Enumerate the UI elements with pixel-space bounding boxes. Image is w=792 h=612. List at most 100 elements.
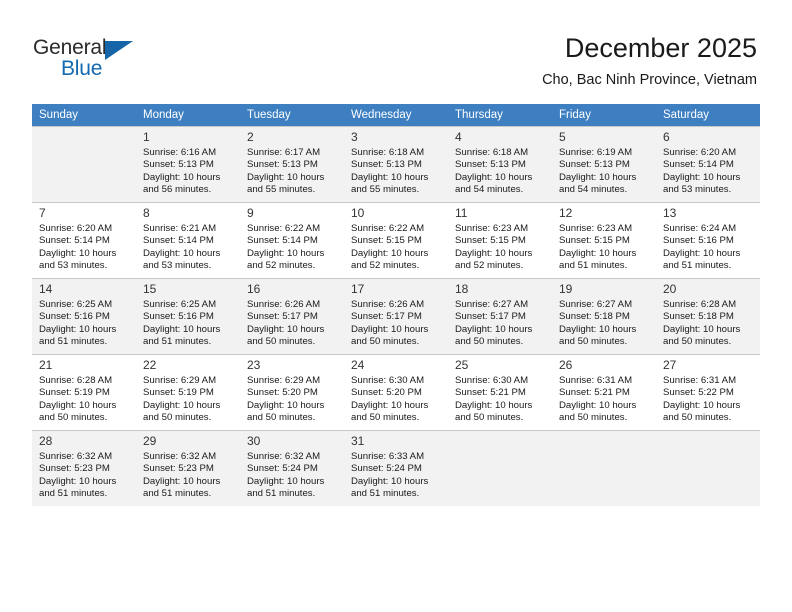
day-cell[interactable]: 10 Sunrise: 6:22 AM Sunset: 5:15 PM Dayli… bbox=[344, 202, 448, 278]
day-detail: Sunrise: 6:23 AM Sunset: 5:15 PM Dayligh… bbox=[455, 223, 533, 272]
day-detail: Sunrise: 6:26 AM Sunset: 5:17 PM Dayligh… bbox=[351, 299, 429, 348]
day-detail: Sunrise: 6:25 AM Sunset: 5:16 PM Dayligh… bbox=[143, 299, 221, 348]
weekday-sunday: Sunday bbox=[32, 104, 136, 126]
week-row: 1 Sunrise: 6:16 AM Sunset: 5:13 PM Daylig… bbox=[32, 126, 760, 202]
day-cell bbox=[656, 430, 760, 506]
day-cell[interactable]: 28 Sunrise: 6:32 AM Sunset: 5:23 PM Dayli… bbox=[32, 430, 136, 506]
day-cell[interactable]: 31 Sunrise: 6:33 AM Sunset: 5:24 PM Dayli… bbox=[344, 430, 448, 506]
day-detail: Sunrise: 6:32 AM Sunset: 5:23 PM Dayligh… bbox=[39, 451, 117, 500]
day-cell[interactable]: 26 Sunrise: 6:31 AM Sunset: 5:21 PM Dayli… bbox=[552, 354, 656, 430]
day-detail: Sunrise: 6:17 AM Sunset: 5:13 PM Dayligh… bbox=[247, 147, 325, 196]
day-number: 16 bbox=[247, 282, 261, 296]
weekday-monday: Monday bbox=[136, 104, 240, 126]
day-detail: Sunrise: 6:28 AM Sunset: 5:18 PM Dayligh… bbox=[663, 299, 741, 348]
day-number: 1 bbox=[143, 130, 150, 144]
day-cell[interactable]: 21 Sunrise: 6:28 AM Sunset: 5:19 PM Dayli… bbox=[32, 354, 136, 430]
day-number: 22 bbox=[143, 358, 157, 372]
day-number: 20 bbox=[663, 282, 677, 296]
day-number: 27 bbox=[663, 358, 677, 372]
day-detail: Sunrise: 6:27 AM Sunset: 5:17 PM Dayligh… bbox=[455, 299, 533, 348]
day-cell[interactable]: 15 Sunrise: 6:25 AM Sunset: 5:16 PM Dayli… bbox=[136, 278, 240, 354]
day-number: 2 bbox=[247, 130, 254, 144]
day-number: 11 bbox=[455, 206, 468, 220]
day-number: 9 bbox=[247, 206, 254, 220]
day-detail: Sunrise: 6:23 AM Sunset: 5:15 PM Dayligh… bbox=[559, 223, 637, 272]
day-cell[interactable]: 3 Sunrise: 6:18 AM Sunset: 5:13 PM Daylig… bbox=[344, 126, 448, 202]
day-number: 10 bbox=[351, 206, 365, 220]
weekday-wednesday: Wednesday bbox=[344, 104, 448, 126]
calendar-body: 1 Sunrise: 6:16 AM Sunset: 5:13 PM Daylig… bbox=[32, 126, 760, 506]
week-row: 14 Sunrise: 6:25 AM Sunset: 5:16 PM Dayli… bbox=[32, 278, 760, 354]
day-cell[interactable]: 13 Sunrise: 6:24 AM Sunset: 5:16 PM Dayli… bbox=[656, 202, 760, 278]
day-number: 6 bbox=[663, 130, 670, 144]
calendar-header-row: Sunday Monday Tuesday Wednesday Thursday… bbox=[32, 104, 760, 126]
day-detail: Sunrise: 6:32 AM Sunset: 5:24 PM Dayligh… bbox=[247, 451, 325, 500]
day-cell[interactable]: 7 Sunrise: 6:20 AM Sunset: 5:14 PM Daylig… bbox=[32, 202, 136, 278]
day-number: 28 bbox=[39, 434, 53, 448]
day-cell[interactable]: 4 Sunrise: 6:18 AM Sunset: 5:13 PM Daylig… bbox=[448, 126, 552, 202]
day-detail: Sunrise: 6:26 AM Sunset: 5:17 PM Dayligh… bbox=[247, 299, 325, 348]
day-cell[interactable]: 12 Sunrise: 6:23 AM Sunset: 5:15 PM Dayli… bbox=[552, 202, 656, 278]
day-cell[interactable]: 25 Sunrise: 6:30 AM Sunset: 5:21 PM Dayli… bbox=[448, 354, 552, 430]
day-cell[interactable]: 17 Sunrise: 6:26 AM Sunset: 5:17 PM Dayli… bbox=[344, 278, 448, 354]
weekday-thursday: Thursday bbox=[448, 104, 552, 126]
day-number: 8 bbox=[143, 206, 150, 220]
day-detail: Sunrise: 6:29 AM Sunset: 5:19 PM Dayligh… bbox=[143, 375, 221, 424]
day-cell[interactable]: 24 Sunrise: 6:30 AM Sunset: 5:20 PM Dayli… bbox=[344, 354, 448, 430]
day-cell[interactable]: 29 Sunrise: 6:32 AM Sunset: 5:23 PM Dayli… bbox=[136, 430, 240, 506]
day-cell[interactable]: 11 Sunrise: 6:23 AM Sunset: 5:15 PM Dayli… bbox=[448, 202, 552, 278]
day-number: 15 bbox=[143, 282, 157, 296]
day-cell bbox=[448, 430, 552, 506]
day-cell[interactable]: 8 Sunrise: 6:21 AM Sunset: 5:14 PM Daylig… bbox=[136, 202, 240, 278]
day-number: 4 bbox=[455, 130, 462, 144]
day-number: 17 bbox=[351, 282, 365, 296]
day-detail: Sunrise: 6:29 AM Sunset: 5:20 PM Dayligh… bbox=[247, 375, 325, 424]
day-number: 19 bbox=[559, 282, 573, 296]
day-cell[interactable]: 22 Sunrise: 6:29 AM Sunset: 5:19 PM Dayli… bbox=[136, 354, 240, 430]
day-cell[interactable]: 18 Sunrise: 6:27 AM Sunset: 5:17 PM Dayli… bbox=[448, 278, 552, 354]
day-cell[interactable]: 14 Sunrise: 6:25 AM Sunset: 5:16 PM Dayli… bbox=[32, 278, 136, 354]
day-number: 12 bbox=[559, 206, 573, 220]
day-cell[interactable]: 9 Sunrise: 6:22 AM Sunset: 5:14 PM Daylig… bbox=[240, 202, 344, 278]
week-row: 7 Sunrise: 6:20 AM Sunset: 5:14 PM Daylig… bbox=[32, 202, 760, 278]
day-number: 31 bbox=[351, 434, 365, 448]
day-number: 29 bbox=[143, 434, 157, 448]
day-number: 21 bbox=[39, 358, 53, 372]
day-detail: Sunrise: 6:16 AM Sunset: 5:13 PM Dayligh… bbox=[143, 147, 221, 196]
day-detail: Sunrise: 6:18 AM Sunset: 5:13 PM Dayligh… bbox=[351, 147, 429, 196]
day-detail: Sunrise: 6:30 AM Sunset: 5:20 PM Dayligh… bbox=[351, 375, 429, 424]
logo-text-blue: Blue bbox=[61, 57, 103, 80]
day-cell[interactable]: 2 Sunrise: 6:17 AM Sunset: 5:13 PM Daylig… bbox=[240, 126, 344, 202]
day-cell[interactable]: 30 Sunrise: 6:32 AM Sunset: 5:24 PM Dayli… bbox=[240, 430, 344, 506]
calendar-grid: Sunday Monday Tuesday Wednesday Thursday… bbox=[32, 104, 760, 506]
calendar-page: General Blue December 2025 Cho, Bac Ninh… bbox=[0, 0, 792, 612]
day-cell[interactable]: 1 Sunrise: 6:16 AM Sunset: 5:13 PM Daylig… bbox=[136, 126, 240, 202]
day-cell[interactable]: 16 Sunrise: 6:26 AM Sunset: 5:17 PM Dayli… bbox=[240, 278, 344, 354]
general-blue-logo[interactable]: General Blue bbox=[33, 36, 153, 82]
day-cell[interactable]: 5 Sunrise: 6:19 AM Sunset: 5:13 PM Daylig… bbox=[552, 126, 656, 202]
day-number: 23 bbox=[247, 358, 261, 372]
day-number: 5 bbox=[559, 130, 566, 144]
day-detail: Sunrise: 6:25 AM Sunset: 5:16 PM Dayligh… bbox=[39, 299, 117, 348]
page-subtitle: Cho, Bac Ninh Province, Vietnam bbox=[542, 72, 757, 88]
triangle-icon bbox=[105, 41, 133, 60]
day-number: 30 bbox=[247, 434, 261, 448]
day-number: 18 bbox=[455, 282, 469, 296]
day-cell[interactable]: 19 Sunrise: 6:27 AM Sunset: 5:18 PM Dayli… bbox=[552, 278, 656, 354]
day-number: 24 bbox=[351, 358, 365, 372]
day-cell[interactable]: 23 Sunrise: 6:29 AM Sunset: 5:20 PM Dayli… bbox=[240, 354, 344, 430]
day-detail: Sunrise: 6:24 AM Sunset: 5:16 PM Dayligh… bbox=[663, 223, 741, 272]
day-number: 26 bbox=[559, 358, 573, 372]
day-cell[interactable]: 27 Sunrise: 6:31 AM Sunset: 5:22 PM Dayli… bbox=[656, 354, 760, 430]
day-detail: Sunrise: 6:20 AM Sunset: 5:14 PM Dayligh… bbox=[663, 147, 741, 196]
day-detail: Sunrise: 6:27 AM Sunset: 5:18 PM Dayligh… bbox=[559, 299, 637, 348]
week-row: 21 Sunrise: 6:28 AM Sunset: 5:19 PM Dayli… bbox=[32, 354, 760, 430]
day-detail: Sunrise: 6:33 AM Sunset: 5:24 PM Dayligh… bbox=[351, 451, 429, 500]
day-detail: Sunrise: 6:32 AM Sunset: 5:23 PM Dayligh… bbox=[143, 451, 221, 500]
day-cell[interactable]: 6 Sunrise: 6:20 AM Sunset: 5:14 PM Daylig… bbox=[656, 126, 760, 202]
day-detail: Sunrise: 6:21 AM Sunset: 5:14 PM Dayligh… bbox=[143, 223, 221, 272]
day-detail: Sunrise: 6:22 AM Sunset: 5:15 PM Dayligh… bbox=[351, 223, 429, 272]
weekday-friday: Friday bbox=[552, 104, 656, 126]
day-cell[interactable]: 20 Sunrise: 6:28 AM Sunset: 5:18 PM Dayli… bbox=[656, 278, 760, 354]
day-number: 14 bbox=[39, 282, 53, 296]
